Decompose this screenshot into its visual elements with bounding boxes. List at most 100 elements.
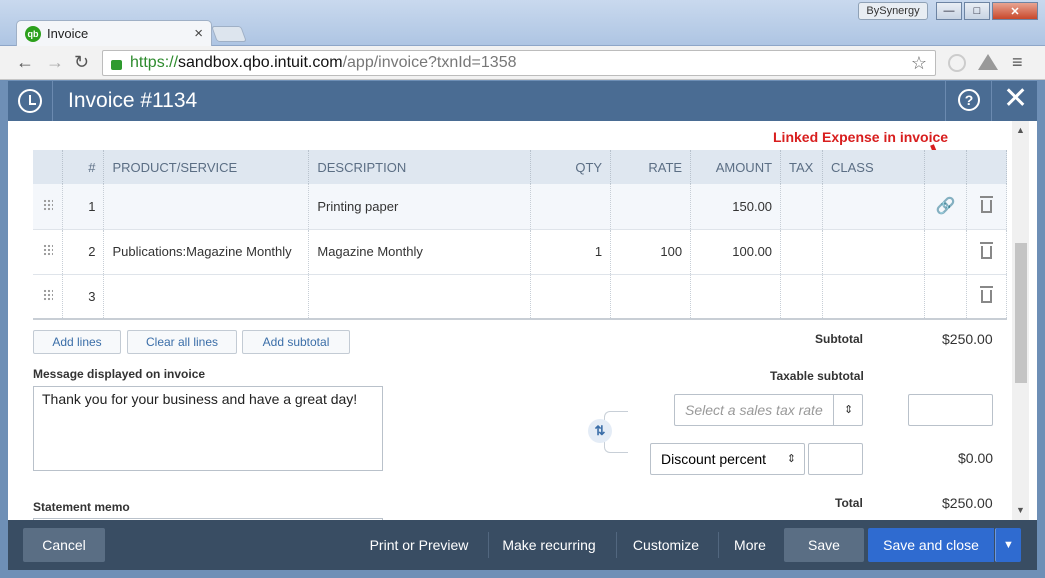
lock-icon [111,60,122,70]
invoice-form: Linked Expense in invoice # PRODUCT/SERV… [8,121,1037,520]
content-scrollbar[interactable]: ▲ ▼ [1012,121,1029,520]
message-label: Message displayed on invoice [33,367,206,381]
window-close-button[interactable]: ✕ [992,2,1038,20]
scroll-up-icon[interactable]: ▲ [1016,125,1025,135]
url-host: sandbox.qbo.intuit.com [178,54,343,71]
tax-cell[interactable] [780,184,824,230]
save-button[interactable]: Save [784,528,864,562]
class-cell[interactable] [822,274,925,320]
profile-badge[interactable]: BySynergy [858,2,928,20]
customize-button[interactable]: Customize [625,528,707,562]
scroll-down-icon[interactable]: ▼ [1016,505,1025,515]
product-cell[interactable]: Publications:Magazine Monthly [103,229,310,275]
tax-cell[interactable] [780,274,824,320]
discount-type-select[interactable]: Discount percent ⇕ [650,443,805,475]
app-header: Invoice #1134 ? ✕ [8,81,1037,121]
col-qty: QTY [530,150,612,184]
link-cell [924,274,967,320]
close-icon[interactable]: ✕ [1003,84,1028,114]
quickbooks-icon: qb [25,25,41,42]
total-value: $250.00 [942,495,993,511]
tab-close-icon[interactable]: × [194,25,203,42]
delete-line-icon[interactable] [979,196,993,214]
cancel-button[interactable]: Cancel [23,528,105,562]
rate-cell[interactable] [610,274,692,320]
minimize-button[interactable]: — [936,2,962,20]
rate-cell[interactable] [610,184,692,230]
add-subtotal-button[interactable]: Add subtotal [242,330,350,354]
make-recurring-button[interactable]: Make recurring [497,528,601,562]
clear-all-lines-button[interactable]: Clear all lines [127,330,237,354]
qty-cell[interactable] [530,274,612,320]
description-cell[interactable]: Magazine Monthly [308,229,532,275]
class-cell[interactable] [822,184,925,230]
table-row[interactable]: 3 [33,274,1008,320]
statement-memo-label: Statement memo [33,500,130,514]
select-arrows-icon: ⇕ [833,395,854,425]
col-link [924,150,967,184]
drive-icon[interactable] [978,54,998,70]
tax-amount-input[interactable] [908,394,993,426]
amount-cell[interactable]: 150.00 [690,184,782,230]
drag-handle-icon[interactable] [42,244,53,256]
back-icon[interactable]: ← [16,52,34,73]
page-title: Invoice #1134 [68,89,198,112]
header-divider [991,81,992,121]
product-cell[interactable] [103,274,310,320]
drag-handle-icon[interactable] [42,198,53,211]
description-cell[interactable]: Printing paper [308,184,532,230]
forward-icon[interactable]: → [46,52,64,73]
message-textarea[interactable]: Thank you for your business and have a g… [33,386,383,471]
url-scheme: https:// [130,54,179,71]
header-divider [52,81,53,121]
description-cell[interactable] [308,274,532,320]
qty-cell[interactable] [530,184,612,230]
save-options-dropdown-icon[interactable]: ▼ [995,528,1021,562]
print-preview-button[interactable]: Print or Preview [363,528,475,562]
footer-divider [488,532,489,558]
scroll-thumb[interactable] [1015,243,1027,383]
amount-cell[interactable]: 100.00 [690,229,782,275]
browser-titlebar: qb Invoice × BySynergy — □ ✕ [0,0,1045,46]
col-number: # [62,150,105,184]
product-cell[interactable] [103,184,310,230]
linked-expense-icon[interactable]: 🔗 [935,198,955,215]
save-and-close-button[interactable]: Save and close [868,528,994,562]
discount-input[interactable] [808,443,863,475]
sales-tax-placeholder: Select a sales tax rate [685,402,823,418]
annotation-text: Linked Expense in invoice [773,129,949,145]
footer-bar: Cancel Print or Preview Make recurring C… [8,520,1037,570]
class-cell[interactable] [822,229,925,275]
help-icon[interactable]: ? [958,89,980,111]
extension-icon[interactable] [948,54,966,72]
delete-line-icon[interactable] [979,286,993,304]
link-cell [924,229,967,275]
taxable-subtotal-label: Taxable subtotal [770,369,864,383]
table-row[interactable]: 2 Publications:Magazine Monthly Magazine… [33,229,1008,275]
amount-cell[interactable] [690,274,782,320]
sales-tax-rate-select[interactable]: Select a sales tax rate ⇕ [674,394,863,426]
delete-line-icon[interactable] [979,241,993,259]
new-tab-button[interactable] [211,26,247,42]
discount-value: $0.00 [958,450,994,466]
recent-transactions-icon[interactable] [18,89,42,113]
bookmark-star-icon[interactable]: ☆ [911,53,927,74]
url-field[interactable]: https:// sandbox.qbo.intuit.com /app/inv… [102,50,936,76]
reload-icon[interactable]: ↻ [74,52,89,73]
menu-icon[interactable]: ≡ [1012,52,1023,73]
browser-tab[interactable]: qb Invoice × [16,20,212,46]
drag-handle-icon[interactable] [42,288,53,301]
table-header-row: # PRODUCT/SERVICE DESCRIPTION QTY RATE A… [33,150,1008,184]
col-rate: RATE [610,150,692,184]
subtotal-value: $250.00 [942,331,993,347]
more-button[interactable]: More [725,528,775,562]
footer-divider [718,532,719,558]
rate-cell[interactable]: 100 [610,229,692,275]
table-row[interactable]: 1 Printing paper 150.00 🔗 [33,184,1008,230]
qty-cell[interactable]: 1 [530,229,612,275]
discount-type-value: Discount percent [661,451,767,467]
maximize-button[interactable]: □ [964,2,990,20]
swap-order-icon[interactable]: ⇅ [588,419,612,443]
tax-cell[interactable] [780,229,824,275]
add-lines-button[interactable]: Add lines [33,330,121,354]
